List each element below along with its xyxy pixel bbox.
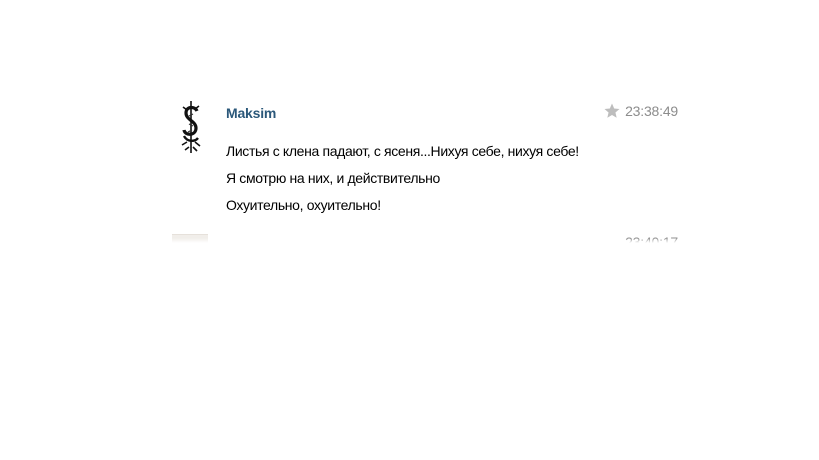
chat-message: Maksim 23:38:49 Листья с клена падают, с… (176, 96, 678, 222)
message-line: Охуительно, охуительно! (226, 197, 381, 213)
message-timestamp[interactable]: 23:38:49 (625, 103, 678, 119)
avatar[interactable] (180, 100, 202, 154)
message-meta: 23:38:49 (603, 102, 678, 120)
chat-message-partial: 23:40:17 (172, 234, 678, 243)
message-line: Листья с клена падают, с ясеня...Нихуя с… (226, 143, 579, 159)
message-text: Листья с клена падают, с ясеня...Нихуя с… (226, 138, 579, 219)
author-name-link[interactable]: Maksim (226, 105, 276, 121)
fade-overlay (172, 238, 678, 243)
message-line: Я смотрю на них, и действительно (226, 170, 440, 186)
star-icon[interactable] (603, 102, 621, 120)
slipknot-logo-icon (181, 101, 201, 153)
